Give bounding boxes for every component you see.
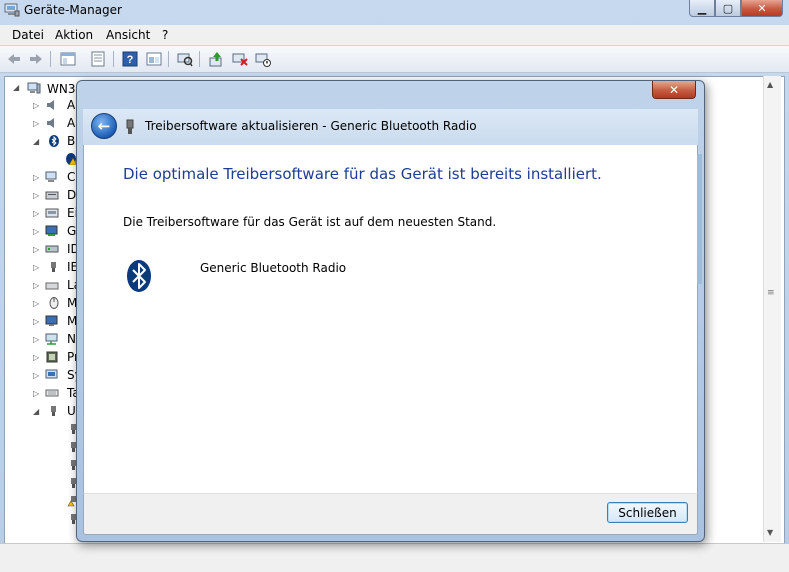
result-description: Die Treibersoftware für das Gerät ist au… <box>123 215 497 229</box>
back-arrow-icon[interactable] <box>6 51 22 67</box>
help-icon[interactable]: ? <box>122 51 138 67</box>
result-heading: Die optimale Treibersoftware für das Ger… <box>123 165 602 183</box>
usb-device-icon <box>126 119 134 134</box>
device-name: Generic Bluetooth Radio <box>200 261 347 275</box>
menu-help[interactable]: ? <box>162 28 168 42</box>
toolbar: ? <box>0 46 789 73</box>
network-adapter-icon <box>45 333 58 345</box>
computer-icon <box>45 171 57 182</box>
scroll-grip-icon[interactable]: ≡ <box>767 288 775 298</box>
display-adapter-icon <box>45 225 58 236</box>
disable-device-icon[interactable] <box>255 51 271 67</box>
collapsed-arrow-icon[interactable]: ▷ <box>33 281 39 290</box>
collapsed-arrow-icon[interactable]: ▷ <box>33 263 39 272</box>
collapsed-arrow-icon[interactable]: ▷ <box>33 317 39 326</box>
window-title: Geräte-Manager <box>24 3 122 17</box>
update-driver-dialog: ✕ ← Treibersoftware aktualisieren - Gene… <box>76 80 705 542</box>
menu-datei[interactable]: Datei <box>12 28 44 42</box>
drive-icon <box>45 282 59 290</box>
bluetooth-icon <box>127 260 151 292</box>
collapsed-arrow-icon[interactable]: ▷ <box>33 389 39 398</box>
collapsed-arrow-icon[interactable]: ▷ <box>33 209 39 218</box>
title-bar: Geräte-Manager ▁ ▢ ✕ <box>0 0 789 22</box>
menu-aktion[interactable]: Aktion <box>55 28 93 42</box>
dvd-drive-icon <box>45 191 59 200</box>
input-device-icon <box>45 208 59 218</box>
update-driver-icon[interactable] <box>208 51 224 67</box>
collapsed-arrow-icon[interactable]: ▷ <box>33 191 39 200</box>
collapsed-arrow-icon[interactable]: ▷ <box>33 245 39 254</box>
dialog-content: Die optimale Treibersoftware für das Ger… <box>83 145 698 493</box>
dialog-scroll-indicator <box>697 154 702 284</box>
uninstall-device-icon[interactable] <box>232 51 248 67</box>
scan-hardware-icon[interactable] <box>177 51 193 67</box>
menu-ansicht[interactable]: Ansicht <box>106 28 150 42</box>
forward-arrow-icon[interactable] <box>28 51 44 67</box>
menu-bar: Datei Aktion Ansicht ? <box>0 25 789 45</box>
show-hide-console-icon[interactable] <box>60 51 76 67</box>
close-button[interactable]: ✕ <box>741 0 783 17</box>
collapsed-arrow-icon[interactable]: ▷ <box>33 173 39 182</box>
dialog-footer: Schließen <box>83 493 698 535</box>
collapsed-arrow-icon[interactable]: ▷ <box>33 353 39 362</box>
vertical-scrollbar[interactable]: ▲ ≡ ▼ <box>763 76 781 542</box>
status-bar <box>0 543 789 572</box>
collapsed-arrow-icon[interactable]: ▷ <box>33 299 39 308</box>
view-icon[interactable] <box>146 51 162 67</box>
dialog-header: ← Treibersoftware aktualisieren - Generi… <box>83 109 698 145</box>
ide-controller-icon <box>45 245 59 253</box>
speaker-icon <box>47 118 54 128</box>
bluetooth-icon <box>49 135 59 147</box>
scroll-down-arrow-icon[interactable]: ▼ <box>767 528 773 537</box>
maximize-button[interactable]: ▢ <box>715 0 741 17</box>
computer-icon <box>27 82 41 94</box>
properties-list-icon[interactable] <box>90 51 106 67</box>
minimize-button[interactable]: ▁ <box>689 0 715 17</box>
system-devices-icon <box>45 369 58 379</box>
mouse-icon <box>49 297 59 309</box>
collapsed-arrow-icon[interactable]: ▷ <box>33 119 39 128</box>
keyboard-icon <box>45 389 59 397</box>
collapsed-arrow-icon[interactable]: ▷ <box>33 101 39 110</box>
expanded-arrow-icon[interactable]: ◢ <box>33 137 39 146</box>
scroll-up-arrow-icon[interactable]: ▲ <box>767 80 773 89</box>
processor-icon <box>46 351 58 363</box>
monitor-icon <box>45 315 58 326</box>
svg-text:?: ? <box>127 54 134 66</box>
dialog-title: Treibersoftware aktualisieren - Generic … <box>145 119 477 133</box>
ieee-port-icon <box>51 262 56 272</box>
close-dialog-button[interactable]: Schließen <box>607 502 688 523</box>
expanded-arrow-icon[interactable]: ◢ <box>33 407 39 416</box>
dialog-close-button[interactable]: ✕ <box>652 81 696 99</box>
device-manager-icon <box>4 3 20 17</box>
collapsed-arrow-icon[interactable]: ▷ <box>33 227 39 236</box>
collapsed-arrow-icon[interactable]: ▷ <box>33 371 39 380</box>
expanded-arrow-icon[interactable]: ◢ <box>13 83 19 92</box>
collapsed-arrow-icon[interactable]: ▷ <box>33 335 39 344</box>
audio-device-icon <box>47 100 54 110</box>
back-button[interactable]: ← <box>91 113 117 139</box>
usb-controller-icon <box>51 406 56 416</box>
